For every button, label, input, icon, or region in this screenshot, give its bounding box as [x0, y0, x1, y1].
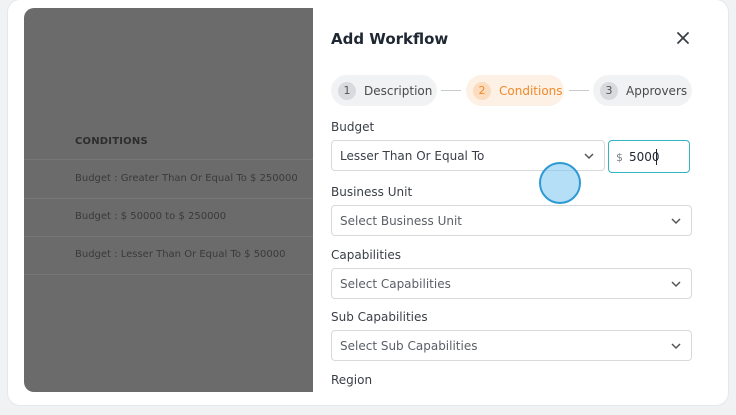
condition-text: Budget : Greater Than Or Equal To $ 2500… [75, 173, 298, 184]
background-workflow-list: CONDITIONS Budget : Greater Than Or Equa… [24, 8, 313, 392]
close-icon [677, 32, 689, 44]
budget-label: Budget [331, 120, 375, 134]
chevron-down-icon [671, 281, 681, 288]
business-unit-placeholder: Select Business Unit [340, 214, 462, 228]
step-number: 3 [600, 81, 618, 100]
click-indicator [539, 162, 581, 204]
chevron-down-icon [671, 218, 681, 225]
table-row: Budget : $ 50000 to $ 250000 [24, 198, 313, 237]
condition-text: Budget : $ 50000 to $ 250000 [75, 211, 227, 222]
capabilities-label: Capabilities [331, 248, 401, 262]
sub-capabilities-placeholder: Select Sub Capabilities [340, 339, 478, 353]
table-row: Budget : Lesser Than Or Equal To $ 50000 [24, 236, 313, 275]
step-conditions[interactable]: 2 Conditions [466, 75, 564, 106]
conditions-column-header: CONDITIONS [24, 126, 313, 160]
region-label: Region [331, 373, 373, 387]
step-number: 1 [338, 81, 356, 100]
business-unit-label: Business Unit [331, 185, 413, 199]
table-row: Budget : Greater Than Or Equal To $ 2500… [24, 160, 313, 199]
condition-text: Budget : Lesser Than Or Equal To $ 50000 [75, 249, 286, 260]
add-workflow-drawer: Add Workflow 1 Description 2 Conditions … [313, 8, 713, 392]
sub-capabilities-label: Sub Capabilities [331, 310, 428, 324]
budget-operator-value: Lesser Than Or Equal To [340, 149, 485, 163]
step-connector [569, 90, 589, 91]
currency-symbol: $ [616, 151, 623, 164]
step-approvers[interactable]: 3 Approvers [593, 75, 692, 106]
business-unit-select[interactable]: Select Business Unit [331, 205, 692, 236]
capabilities-select[interactable]: Select Capabilities [331, 268, 692, 299]
step-label: Conditions [499, 83, 563, 98]
step-description[interactable]: 1 Description [331, 75, 437, 106]
step-connector [441, 90, 461, 91]
sub-capabilities-select[interactable]: Select Sub Capabilities [331, 330, 692, 361]
chevron-down-icon [584, 153, 594, 160]
modal-title: Add Workflow [331, 30, 449, 48]
capabilities-placeholder: Select Capabilities [340, 277, 451, 291]
budget-amount-value: 5000 [629, 150, 660, 164]
step-number: 2 [473, 81, 491, 100]
step-label: Description [364, 83, 433, 98]
budget-amount-input[interactable]: $ 5000 [608, 140, 690, 173]
chevron-down-icon [671, 343, 681, 350]
text-caret [656, 149, 657, 165]
close-button[interactable] [673, 28, 693, 48]
step-label: Approvers [626, 83, 688, 98]
conditions-header-label: CONDITIONS [75, 136, 148, 147]
